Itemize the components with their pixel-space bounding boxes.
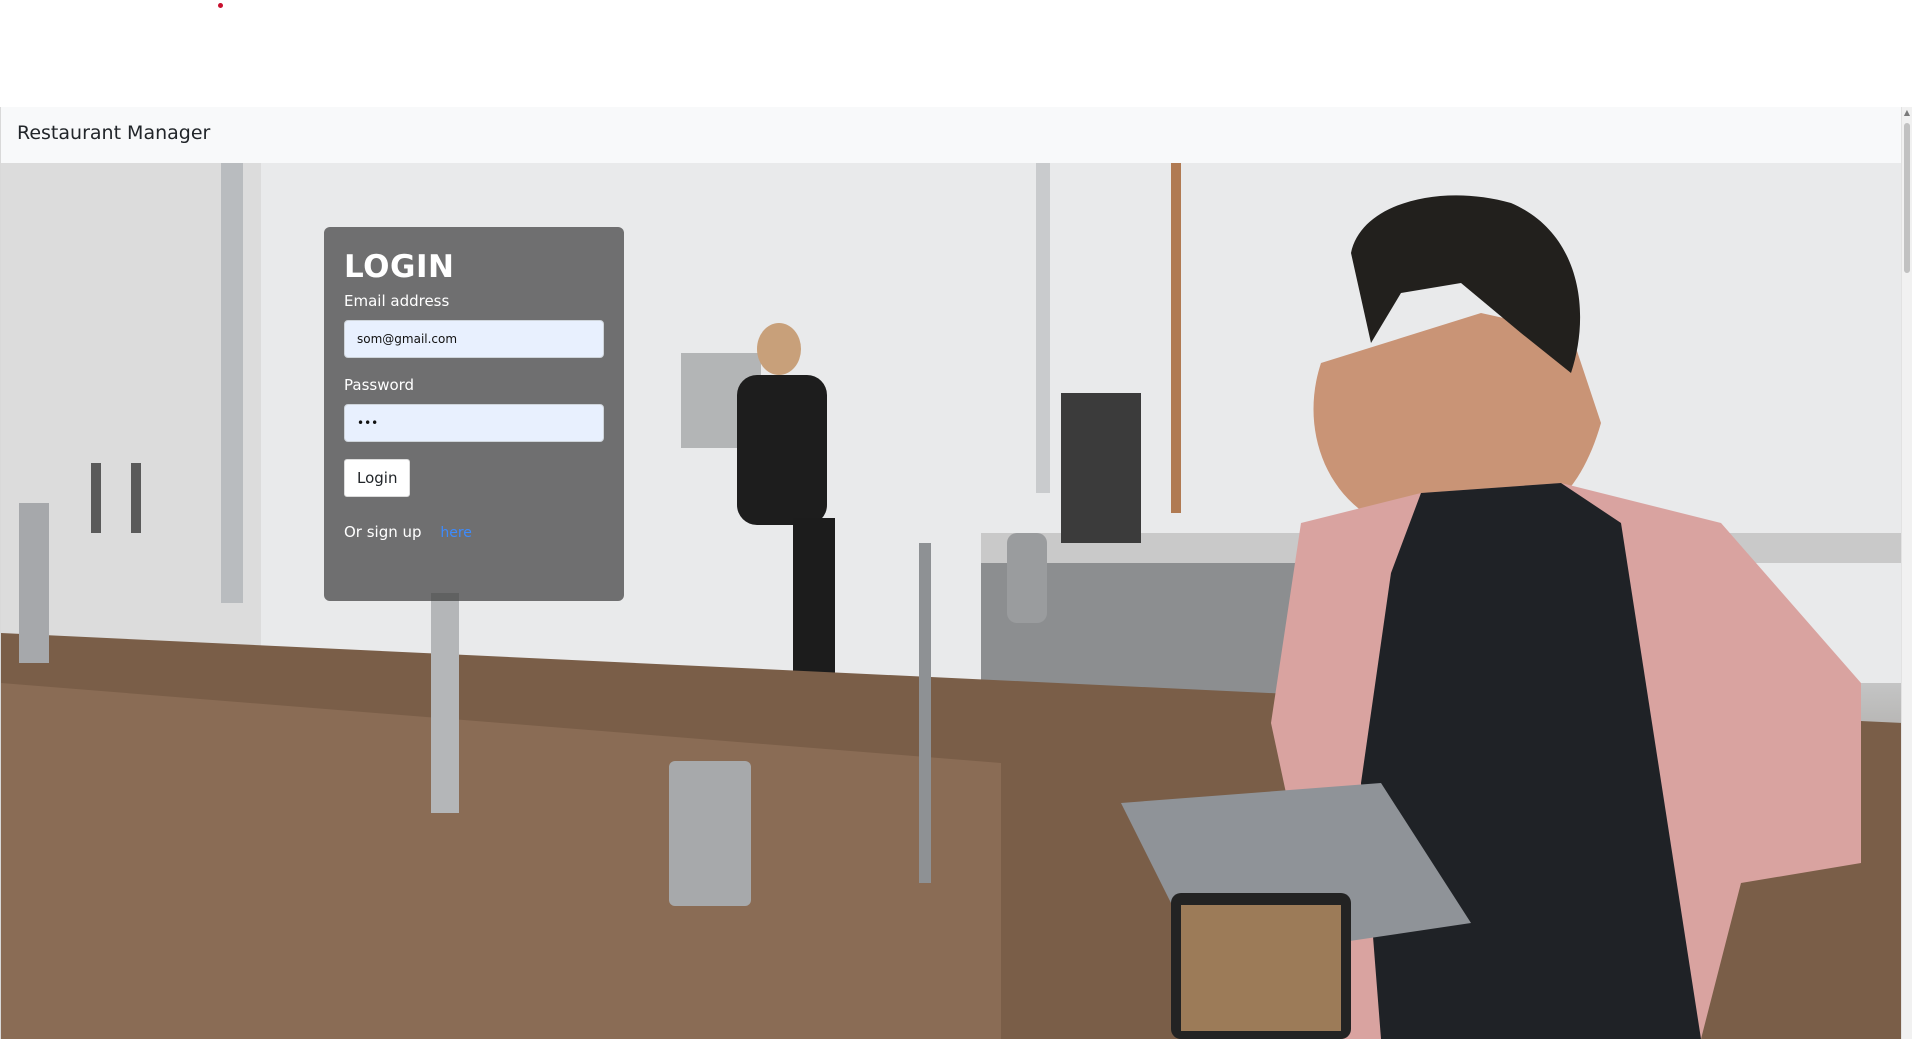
email-label: Email address [344,292,450,310]
cafe-photo-illustration [1,163,1903,1039]
scroll-up-icon[interactable]: ▲ [1902,107,1912,119]
signup-text: Or sign up [344,523,422,541]
signup-link[interactable]: here [440,525,472,541]
scroll-thumb[interactable] [1904,123,1910,273]
page-scrollbar[interactable]: ▲ [1901,107,1912,1039]
login-title: LOGIN [344,249,455,285]
navbar: Restaurant Manager [1,107,1903,163]
status-dot [218,3,223,8]
password-field[interactable] [344,404,604,442]
brand-link[interactable]: Restaurant Manager [17,122,210,144]
password-label: Password [344,376,415,394]
signup-prompt: Or sign up here [344,523,604,541]
login-card: LOGIN Email address Password Login Or si… [324,227,624,601]
hero-background [1,163,1903,1039]
browser-viewport: Restaurant Manager LOGIN Email address s… [0,107,1912,1039]
login-button[interactable]: Login [344,459,411,497]
email-field[interactable] [344,320,604,358]
